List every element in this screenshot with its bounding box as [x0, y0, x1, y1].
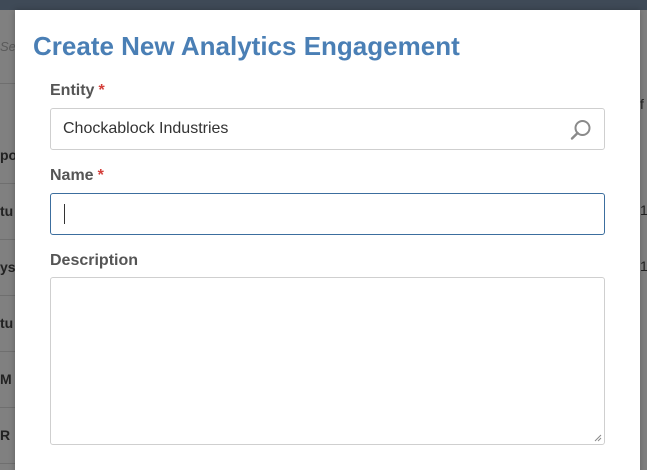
search-icon[interactable]	[570, 119, 592, 141]
description-textarea[interactable]	[50, 277, 605, 445]
background-row-text: R	[0, 406, 15, 464]
create-engagement-modal: Create New Analytics Engagement Entity * …	[15, 10, 640, 470]
name-label-text: Name	[50, 167, 94, 184]
entity-lookup-field[interactable]: Chockablock Industries	[50, 108, 605, 150]
entity-label: Entity *	[50, 82, 105, 100]
background-row-text: tu	[0, 182, 15, 240]
description-label: Description	[50, 252, 139, 269]
background-search-text: Sea	[0, 10, 15, 84]
background-right-text: 1	[640, 202, 647, 218]
text-caret	[64, 204, 65, 224]
background-right-text: 1	[640, 258, 647, 274]
background-right-text: f	[640, 96, 644, 112]
required-marker: *	[97, 167, 104, 184]
background-row-text: tu	[0, 294, 15, 352]
entity-value: Chockablock Industries	[63, 120, 229, 137]
modal-title: Create New Analytics Engagement	[33, 31, 460, 61]
background-left-column: Sea po tu ysi tu M R	[0, 10, 15, 470]
background-row-text: po	[0, 126, 15, 184]
entity-label-text: Entity	[50, 82, 95, 99]
background-row-text: ysi	[0, 238, 15, 296]
app-top-bar	[0, 0, 647, 10]
name-input[interactable]	[50, 193, 605, 235]
name-label: Name *	[50, 167, 104, 185]
background-right-column: f 1 1	[640, 10, 647, 470]
resize-grip-icon[interactable]	[594, 434, 602, 442]
background-row-text: M	[0, 350, 15, 408]
required-marker: *	[98, 82, 105, 99]
